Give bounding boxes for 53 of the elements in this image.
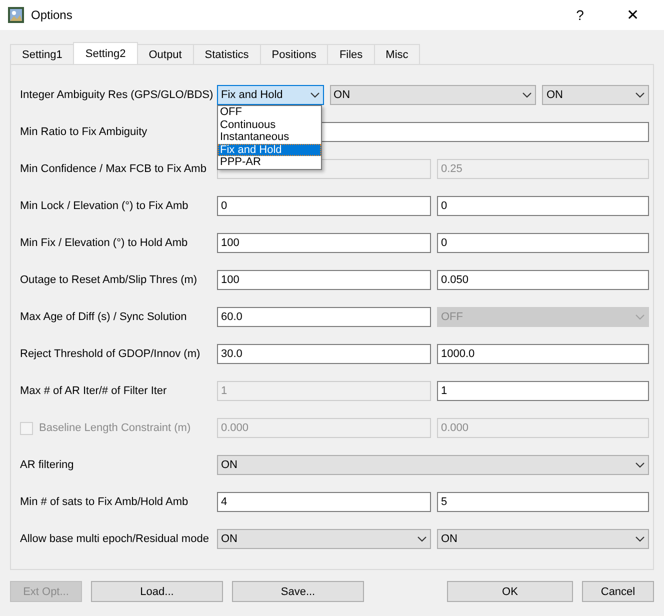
dropdown-option[interactable]: OFF xyxy=(218,106,321,119)
dropdown[interactable]: ON xyxy=(217,455,649,475)
field-label: Min # of sats to Fix Amb/Hold Amb xyxy=(20,496,190,508)
field-label: Outage to Reset Amb/Slip Thres (m) xyxy=(20,274,198,286)
field-label: Reject Threshold of GDOP/Innov (m) xyxy=(20,348,202,360)
input-field[interactable]: 0 xyxy=(217,196,431,216)
input-field[interactable]: 1000.0 xyxy=(436,344,649,364)
caret-icon xyxy=(635,536,645,542)
field-label: Baseline Length Constraint (m) xyxy=(39,422,191,434)
dropdown[interactable]: ON xyxy=(436,529,649,549)
tab[interactable]: Misc xyxy=(374,44,420,64)
field-label: AR filtering xyxy=(20,459,75,471)
dialog-button[interactable]: Save... xyxy=(232,581,364,602)
caret-icon xyxy=(310,92,320,98)
window-title: Options xyxy=(31,8,74,22)
input-field[interactable]: 60.0 xyxy=(217,307,431,327)
caret-icon xyxy=(635,314,645,320)
input-field[interactable]: 100 xyxy=(217,270,431,290)
help-button[interactable]: ? xyxy=(557,0,603,30)
caret-icon xyxy=(416,536,427,542)
dropdown[interactable]: ON xyxy=(330,85,536,105)
caret-icon xyxy=(635,462,645,468)
dropdown-option[interactable]: Instantaneous xyxy=(218,131,321,144)
dropdown-option[interactable]: Continuous xyxy=(218,118,321,132)
dropdown[interactable]: ON xyxy=(542,85,650,105)
input-field[interactable]: 4 xyxy=(217,492,431,512)
caret-icon xyxy=(522,92,532,98)
dropdown-option[interactable]: Fix and Hold xyxy=(218,144,321,156)
input-field[interactable]: 30.0 xyxy=(217,344,431,364)
field-label: Min Confidence / Max FCB to Fix Amb xyxy=(20,163,208,175)
field-label: Min Fix / Elevation (°) to Hold Amb xyxy=(20,237,189,249)
input-field[interactable]: 0 xyxy=(436,196,649,216)
dropdown-option[interactable]: PPP-AR xyxy=(218,156,321,169)
input-field[interactable]: 100 xyxy=(217,233,431,253)
dialog-button[interactable]: Cancel xyxy=(582,581,654,602)
field-label: Max # of AR Iter/# of Filter Iter xyxy=(20,385,168,397)
dialog-button[interactable]: Load... xyxy=(91,581,223,602)
field-label: Allow base multi epoch/Residual mode xyxy=(20,533,210,545)
input-field[interactable]: 0.050 xyxy=(436,270,649,290)
tab[interactable]: Setting2 xyxy=(73,42,138,64)
input-field[interactable]: 5 xyxy=(436,492,649,512)
caret-icon xyxy=(635,92,646,98)
field-label: Integer Ambiguity Res (GPS/GLO/BDS) xyxy=(20,89,211,101)
input-field[interactable]: 0 xyxy=(436,233,649,253)
tab[interactable]: Setting1 xyxy=(10,44,74,64)
field-label: Min Lock / Elevation (°) to Fix Amb xyxy=(20,200,190,212)
app-icon xyxy=(8,7,24,23)
input-field[interactable]: 1 xyxy=(436,381,649,401)
field-label: Max Age of Diff (s) / Sync Solution xyxy=(20,311,188,323)
dialog-button[interactable]: OK xyxy=(447,581,573,602)
dropdown[interactable]: ON xyxy=(217,529,431,549)
close-button[interactable]: ✕ xyxy=(610,0,656,30)
field-label: Min Ratio to Fix Ambiguity xyxy=(20,126,148,138)
